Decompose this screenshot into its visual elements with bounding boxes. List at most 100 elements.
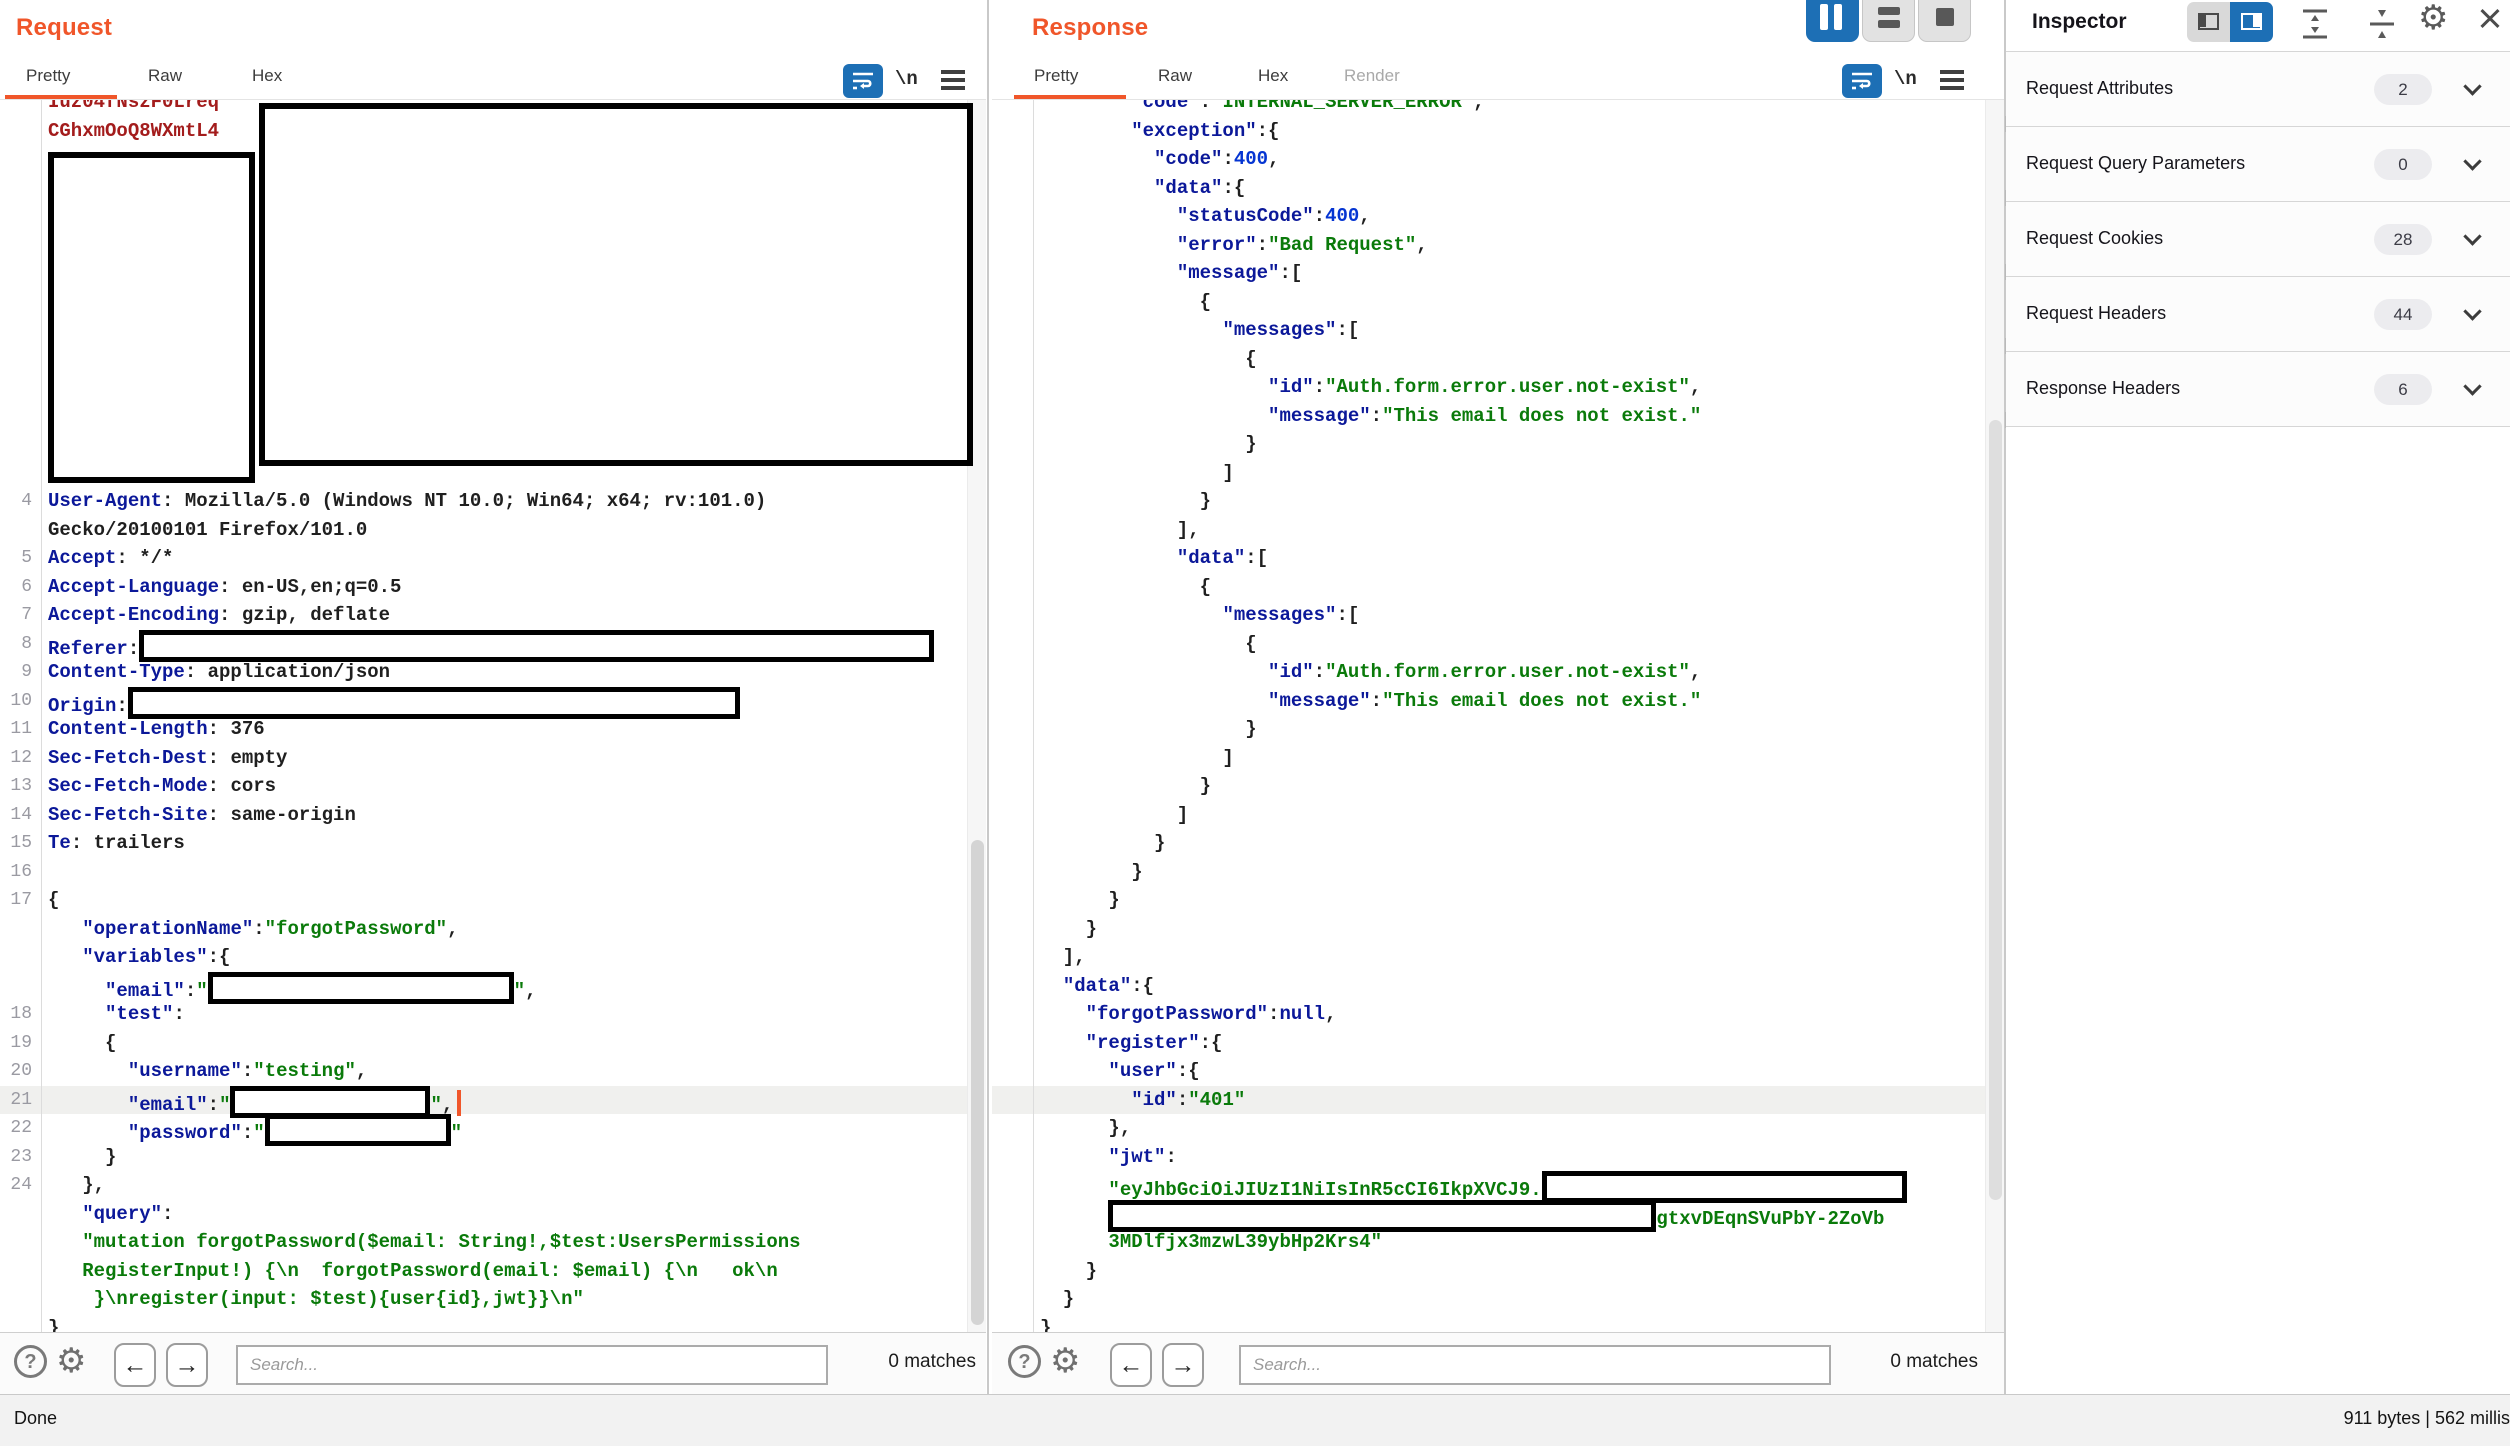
line-number bbox=[992, 402, 1034, 431]
line-number: 10 bbox=[0, 687, 42, 716]
code-line: ], bbox=[992, 943, 2006, 972]
line-number bbox=[992, 1200, 1034, 1229]
code-line: } bbox=[992, 430, 2006, 459]
inspector-panel: Inspector ⚙ Request Attributes 2 Request… bbox=[2006, 0, 2510, 1394]
tab-response-hex[interactable]: Hex bbox=[1258, 66, 1288, 86]
newline-toggle[interactable]: \n bbox=[1894, 68, 1917, 90]
next-match-button[interactable]: → bbox=[166, 1343, 208, 1387]
line-number bbox=[0, 100, 42, 117]
code-line: } bbox=[992, 915, 2006, 944]
request-editor[interactable]: Iuz04fNszF0LreqCGhxmOoQ8WXmtL44User-Agen… bbox=[0, 100, 986, 1332]
code-line: }, bbox=[992, 1114, 2006, 1143]
inspector-section-request-cookies[interactable]: Request Cookies 28 bbox=[2006, 202, 2510, 277]
next-match-button[interactable]: → bbox=[1162, 1343, 1204, 1387]
tab-request-pretty[interactable]: Pretty bbox=[26, 66, 70, 86]
prev-match-button[interactable]: ← bbox=[114, 1343, 156, 1387]
tab-response-raw[interactable]: Raw bbox=[1158, 66, 1192, 86]
response-panel: Response Pretty Raw Hex Render \n "code"… bbox=[992, 0, 2006, 1394]
text-caret bbox=[457, 1090, 461, 1116]
chevron-down-icon bbox=[2463, 377, 2481, 395]
code-line: "id":"Auth.form.error.user.not-exist", bbox=[992, 658, 2006, 687]
count-badge: 0 bbox=[2374, 149, 2432, 180]
line-number bbox=[0, 145, 42, 174]
columns-view-button[interactable] bbox=[1806, 0, 1859, 42]
single-view-button[interactable] bbox=[1918, 0, 1971, 42]
line-number bbox=[0, 516, 42, 545]
code-line: 16 bbox=[0, 858, 986, 887]
line-number: 4 bbox=[0, 487, 42, 516]
response-scrollbar-thumb[interactable] bbox=[1989, 420, 2002, 1200]
response-editor[interactable]: "code":"INTERNAL_SERVER_ERROR", "excepti… bbox=[992, 100, 2006, 1332]
response-scrollbar[interactable] bbox=[1985, 100, 2004, 1332]
inspector-section-request-headers[interactable]: Request Headers 44 bbox=[2006, 277, 2510, 352]
line-number: 7 bbox=[0, 601, 42, 630]
code-line: "id":"Auth.form.error.user.not-exist", bbox=[992, 373, 2006, 402]
code-line: 15Te: trailers bbox=[0, 829, 986, 858]
request-search-input[interactable] bbox=[236, 1345, 828, 1385]
code-line: } bbox=[0, 1314, 986, 1333]
inspector-section-response-headers[interactable]: Response Headers 6 bbox=[2006, 352, 2510, 427]
line-number bbox=[992, 430, 1034, 459]
inspector-settings-button[interactable]: ⚙ bbox=[2418, 0, 2448, 38]
line-number bbox=[992, 630, 1034, 659]
line-number: 23 bbox=[0, 1143, 42, 1172]
line-number bbox=[992, 117, 1034, 146]
code-line: 11Content-Length: 376 bbox=[0, 715, 986, 744]
wrap-text-button[interactable] bbox=[843, 64, 883, 98]
inspector-close-button[interactable] bbox=[2476, 5, 2504, 33]
code-line: "query": bbox=[0, 1200, 986, 1229]
dock-right-button[interactable] bbox=[2230, 2, 2273, 42]
wrap-text-button[interactable] bbox=[1842, 64, 1882, 98]
redaction-box bbox=[1542, 1171, 1907, 1203]
code-line: }\nregister(input: $test){user{id},jwt}}… bbox=[0, 1285, 986, 1314]
expand-all-button[interactable] bbox=[2298, 6, 2332, 42]
request-scrollbar-thumb[interactable] bbox=[971, 840, 984, 1325]
help-icon[interactable]: ? bbox=[1008, 1345, 1041, 1378]
tab-response-pretty[interactable]: Pretty bbox=[1034, 66, 1078, 86]
collapse-all-button[interactable] bbox=[2365, 6, 2399, 42]
burp-repeater-view: Request Pretty Raw Hex \n Iuz04fNszF0Lre… bbox=[0, 0, 2510, 1446]
search-settings-icon[interactable]: ⚙ bbox=[1050, 1341, 1080, 1381]
line-number bbox=[992, 174, 1034, 203]
chevron-down-icon bbox=[2463, 77, 2481, 95]
line-number bbox=[992, 100, 1034, 117]
line-number bbox=[992, 1114, 1034, 1143]
line-number bbox=[0, 316, 42, 345]
prev-match-button[interactable]: ← bbox=[1110, 1343, 1152, 1387]
code-line: 6Accept-Language: en-US,en;q=0.5 bbox=[0, 573, 986, 602]
single-view-icon bbox=[1936, 8, 1954, 26]
help-icon[interactable]: ? bbox=[14, 1345, 47, 1378]
inspector-section-request-query-parameters[interactable]: Request Query Parameters 0 bbox=[2006, 127, 2510, 202]
request-search-bar: ? ⚙ ← → 0 matches bbox=[0, 1332, 986, 1394]
code-line: { bbox=[992, 345, 2006, 374]
newline-toggle[interactable]: \n bbox=[895, 68, 918, 90]
line-number bbox=[992, 943, 1034, 972]
line-number bbox=[0, 1257, 42, 1286]
rows-view-icon bbox=[1878, 7, 1900, 15]
response-search-input[interactable] bbox=[1239, 1345, 1831, 1385]
code-line: } bbox=[992, 886, 2006, 915]
code-line: "user":{ bbox=[992, 1057, 2006, 1086]
line-number bbox=[992, 658, 1034, 687]
code-line: } bbox=[992, 487, 2006, 516]
line-number bbox=[992, 259, 1034, 288]
line-number: 15 bbox=[0, 829, 42, 858]
code-line: 7Accept-Encoding: gzip, deflate bbox=[0, 601, 986, 630]
line-number bbox=[0, 174, 42, 203]
panel-divider[interactable] bbox=[987, 0, 989, 1394]
dock-left-button[interactable] bbox=[2187, 2, 2230, 42]
menu-icon[interactable] bbox=[941, 70, 965, 74]
tab-request-raw[interactable]: Raw bbox=[148, 66, 182, 86]
line-number bbox=[0, 1314, 42, 1333]
inspector-section-request-attributes[interactable]: Request Attributes 2 bbox=[2006, 52, 2510, 127]
tab-request-hex[interactable]: Hex bbox=[252, 66, 282, 86]
line-number bbox=[0, 231, 42, 260]
rows-view-button[interactable] bbox=[1862, 0, 1915, 42]
menu-icon[interactable] bbox=[1940, 70, 1964, 74]
code-line: 4User-Agent: Mozilla/5.0 (Windows NT 10.… bbox=[0, 487, 986, 516]
code-line: 10Origin: bbox=[0, 687, 986, 716]
code-line: 14Sec-Fetch-Site: same-origin bbox=[0, 801, 986, 830]
code-line: "data":{ bbox=[992, 972, 2006, 1001]
search-settings-icon[interactable]: ⚙ bbox=[56, 1341, 86, 1381]
count-badge: 44 bbox=[2374, 299, 2432, 330]
